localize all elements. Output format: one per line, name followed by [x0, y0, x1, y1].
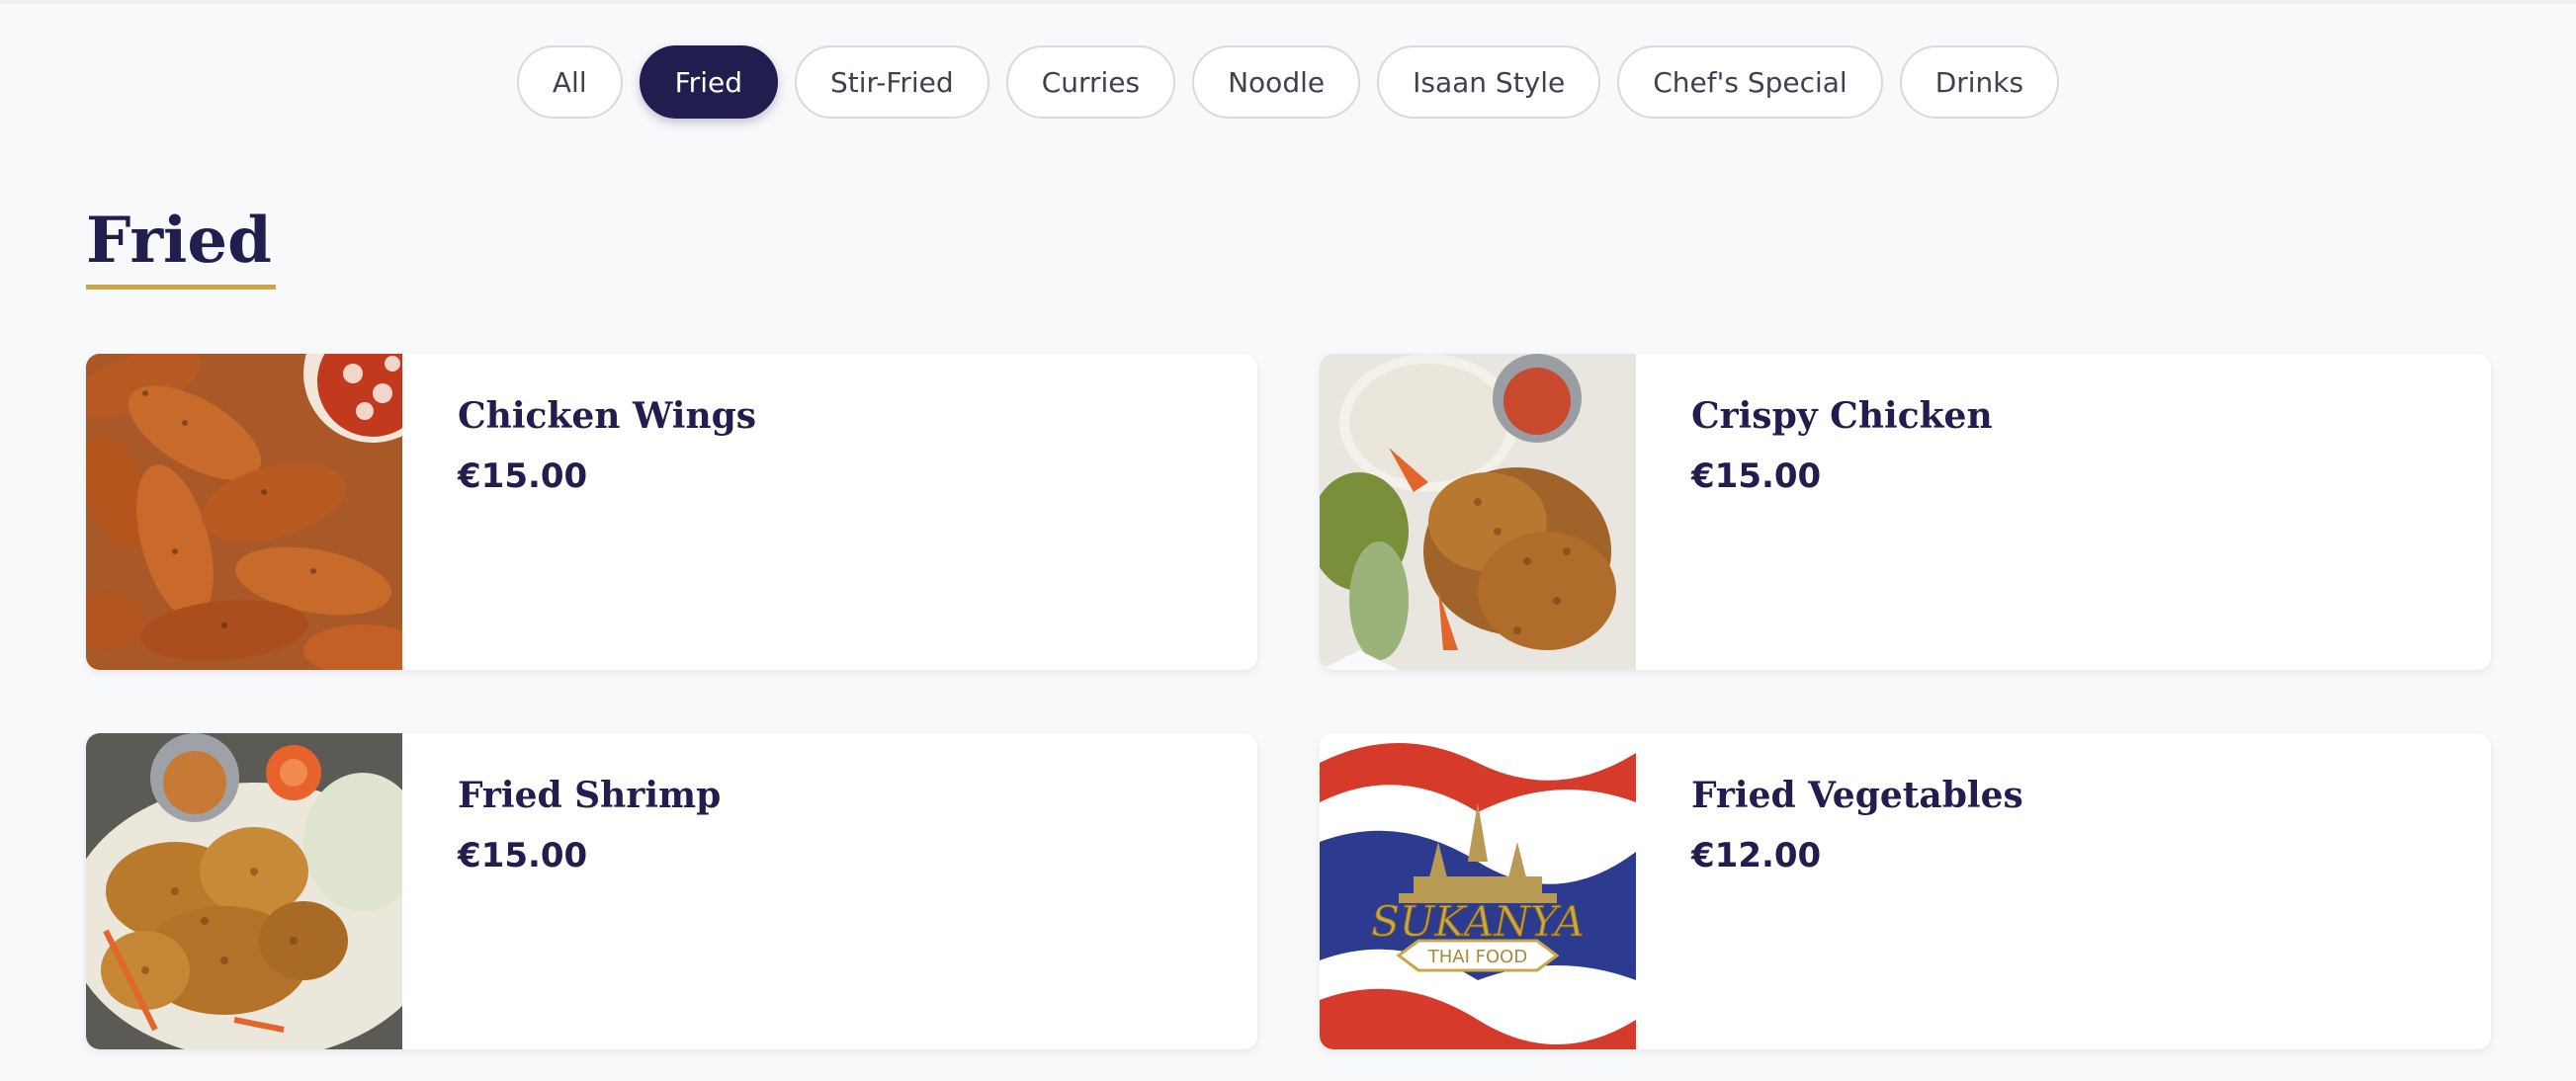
item-name: Chicken Wings [458, 395, 757, 437]
filter-drinks[interactable]: Drinks [1899, 45, 2060, 119]
filter-noodle[interactable]: Noodle [1192, 45, 1361, 119]
filter-fried[interactable]: Fried [639, 45, 778, 119]
item-price: €15.00 [458, 457, 588, 496]
item-price: €15.00 [1691, 457, 1822, 496]
menu-item-card[interactable]: Fried Shrimp €15.00 [86, 733, 1257, 1049]
item-name: Fried Shrimp [458, 775, 722, 816]
item-name: Fried Vegetables [1691, 775, 2023, 816]
filter-stir-fried[interactable]: Stir-Fried [794, 45, 989, 119]
menu-item-card[interactable]: Crispy Chicken €15.00 [1320, 354, 2491, 670]
chicken-wings-photo [86, 354, 402, 670]
filter-curries[interactable]: Curries [1005, 45, 1176, 119]
top-border [0, 0, 2576, 4]
menu-item-card[interactable]: SUKANYA THAI FOOD Fried Vegetables €12.0… [1320, 733, 2491, 1049]
item-name: Crispy Chicken [1691, 395, 1993, 437]
item-price: €12.00 [1691, 836, 1822, 875]
logo-brand-text: SUKANYA [1371, 897, 1585, 946]
filter-chefs-special[interactable]: Chef's Special [1617, 45, 1883, 119]
category-filter-bar: All Fried Stir-Fried Curries Noodle Isaa… [0, 45, 2576, 119]
logo-tagline-text: THAI FOOD [1427, 947, 1527, 967]
sukanya-logo-image: SUKANYA THAI FOOD [1320, 733, 1636, 1049]
crispy-chicken-photo [1320, 354, 1636, 670]
item-price: €15.00 [458, 836, 588, 875]
fried-shrimp-photo [86, 733, 402, 1049]
section-title: Fried [86, 204, 272, 278]
section-title-underline [86, 285, 276, 290]
menu-item-card[interactable]: Chicken Wings €15.00 [86, 354, 1257, 670]
filter-isaan-style[interactable]: Isaan Style [1377, 45, 1601, 119]
filter-all[interactable]: All [516, 45, 623, 119]
